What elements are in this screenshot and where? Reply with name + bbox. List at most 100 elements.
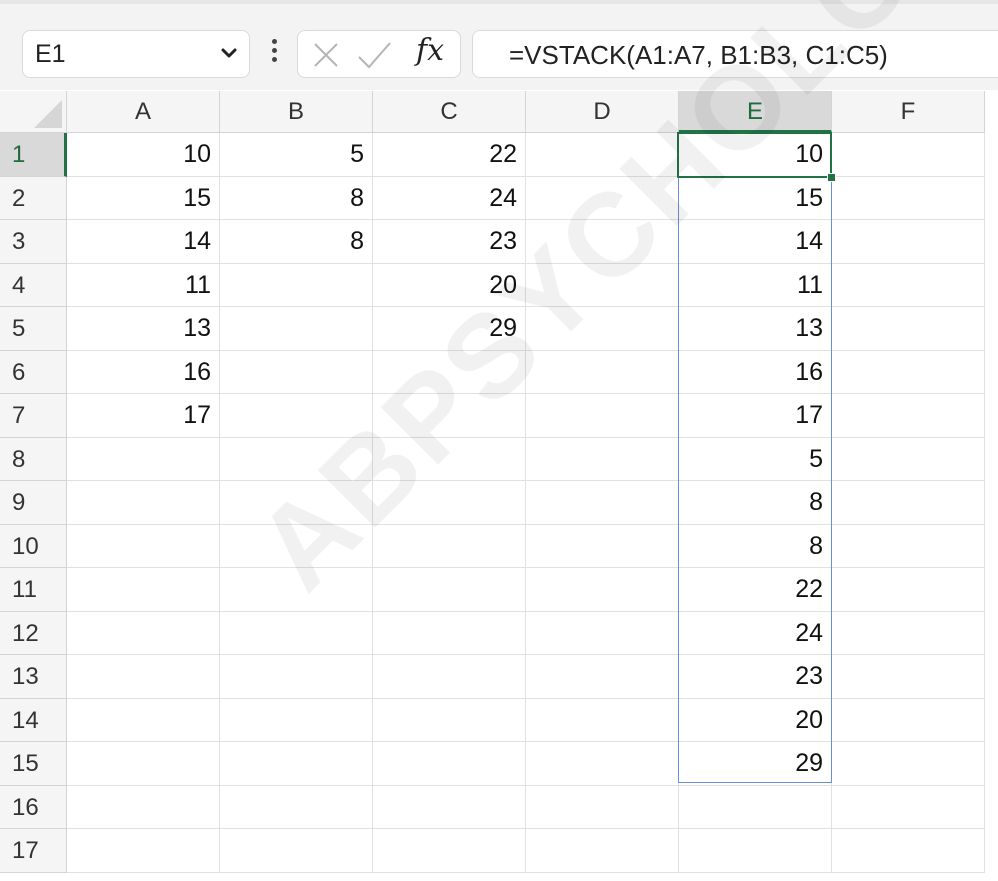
cell-d3[interactable] [526,220,679,264]
row-header-14[interactable]: 14 [0,698,67,742]
row-header-4[interactable]: 4 [0,263,67,307]
row-header-12[interactable]: 12 [0,611,67,655]
cell-b4[interactable] [220,263,373,307]
cell-e10[interactable]: 8 [679,524,832,568]
cell-d14[interactable] [526,698,679,742]
cell-c15[interactable] [373,742,526,786]
cell-c12[interactable] [373,611,526,655]
chevron-down-icon[interactable] [219,43,239,63]
enter-check-icon[interactable] [356,39,392,71]
cell-a14[interactable] [67,698,220,742]
cell-f6[interactable] [832,350,985,394]
cell-b16[interactable] [220,785,373,829]
cell-c17[interactable] [373,829,526,873]
cell-c13[interactable] [373,655,526,699]
row-header-10[interactable]: 10 [0,524,67,568]
cell-f4[interactable] [832,263,985,307]
cell-e4[interactable]: 11 [679,263,832,307]
cell-a17[interactable] [67,829,220,873]
cell-f15[interactable] [832,742,985,786]
cell-d1[interactable] [526,133,679,177]
name-box[interactable]: E1 [22,30,250,78]
row-header-8[interactable]: 8 [0,437,67,481]
cell-a1[interactable]: 10 [67,133,220,177]
cell-e2[interactable]: 15 [679,176,832,220]
cell-a9[interactable] [67,481,220,525]
cell-f14[interactable] [832,698,985,742]
cancel-icon[interactable] [310,39,342,71]
cell-a12[interactable] [67,611,220,655]
row-header-7[interactable]: 7 [0,394,67,438]
cell-d5[interactable] [526,307,679,351]
row-header-3[interactable]: 3 [0,220,67,264]
cell-d11[interactable] [526,568,679,612]
cell-b11[interactable] [220,568,373,612]
cell-a16[interactable] [67,785,220,829]
cell-e8[interactable]: 5 [679,437,832,481]
row-header-5[interactable]: 5 [0,307,67,351]
cell-c5[interactable]: 29 [373,307,526,351]
cell-d7[interactable] [526,394,679,438]
cell-d15[interactable] [526,742,679,786]
cell-c6[interactable] [373,350,526,394]
column-header-f[interactable]: F [832,91,985,133]
cell-c16[interactable] [373,785,526,829]
cell-c7[interactable] [373,394,526,438]
cell-f10[interactable] [832,524,985,568]
cell-d6[interactable] [526,350,679,394]
cell-f9[interactable] [832,481,985,525]
cell-a10[interactable] [67,524,220,568]
cell-d8[interactable] [526,437,679,481]
row-header-2[interactable]: 2 [0,176,67,220]
column-header-a[interactable]: A [67,91,220,133]
column-header-d[interactable]: D [526,91,679,133]
cell-c2[interactable]: 24 [373,176,526,220]
cell-b15[interactable] [220,742,373,786]
cell-b5[interactable] [220,307,373,351]
column-header-c[interactable]: C [373,91,526,133]
cell-c1[interactable]: 22 [373,133,526,177]
cell-c8[interactable] [373,437,526,481]
cell-e5[interactable]: 13 [679,307,832,351]
cell-f3[interactable] [832,220,985,264]
cell-b2[interactable]: 8 [220,176,373,220]
cell-e1[interactable]: 10 [679,133,832,177]
cell-d9[interactable] [526,481,679,525]
cell-e13[interactable]: 23 [679,655,832,699]
cell-f11[interactable] [832,568,985,612]
cell-e3[interactable]: 14 [679,220,832,264]
column-header-b[interactable]: B [220,91,373,133]
cell-c10[interactable] [373,524,526,568]
cell-d17[interactable] [526,829,679,873]
cell-a8[interactable] [67,437,220,481]
cell-b6[interactable] [220,350,373,394]
cell-b17[interactable] [220,829,373,873]
cell-f16[interactable] [832,785,985,829]
more-options-icon[interactable] [268,36,280,70]
cell-e16[interactable] [679,785,832,829]
cell-c9[interactable] [373,481,526,525]
cell-b9[interactable] [220,481,373,525]
row-header-6[interactable]: 6 [0,350,67,394]
cell-d16[interactable] [526,785,679,829]
cell-b13[interactable] [220,655,373,699]
cell-a7[interactable]: 17 [67,394,220,438]
cell-f17[interactable] [832,829,985,873]
formula-input[interactable]: =VSTACK(A1:A7, B1:B3, C1:C5) [472,30,998,78]
cell-f5[interactable] [832,307,985,351]
cell-d4[interactable] [526,263,679,307]
cell-a4[interactable]: 11 [67,263,220,307]
cell-e12[interactable]: 24 [679,611,832,655]
cell-c3[interactable]: 23 [373,220,526,264]
cell-f2[interactable] [832,176,985,220]
cell-e9[interactable]: 8 [679,481,832,525]
cell-f13[interactable] [832,655,985,699]
cell-d10[interactable] [526,524,679,568]
cell-f12[interactable] [832,611,985,655]
cell-d2[interactable] [526,176,679,220]
column-header-e[interactable]: E [679,91,832,133]
cell-e17[interactable] [679,829,832,873]
cell-a2[interactable]: 15 [67,176,220,220]
cell-a5[interactable]: 13 [67,307,220,351]
cell-b14[interactable] [220,698,373,742]
